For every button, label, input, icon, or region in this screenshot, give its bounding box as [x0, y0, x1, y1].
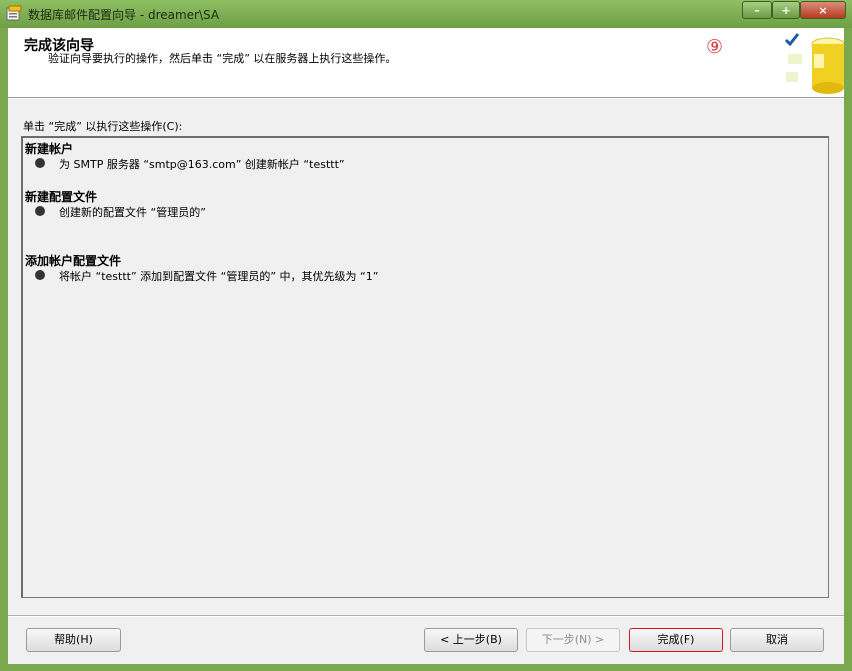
window-title: 数据库邮件配置向导 - dreamer\SA — [28, 8, 220, 22]
list-item: 创建新的配置文件 “管理员的” — [59, 206, 206, 219]
section-title: 新建配置文件 — [25, 190, 98, 204]
minimize-button[interactable]: – — [742, 1, 772, 19]
actions-label: 单击 “完成” 以执行这些操作(C): — [23, 120, 183, 133]
actions-list[interactable]: 新建帐户 为 SMTP 服务器 “smtp@163.com” 创建新帐户 “te… — [21, 136, 829, 598]
list-item: 为 SMTP 服务器 “smtp@163.com” 创建新帐户 “testtt” — [59, 158, 345, 171]
back-button[interactable]: < 上一步(B) — [424, 628, 518, 652]
wizard-client-area: 完成该向导 验证向导要执行的操作，然后单击 “完成” 以在服务器上执行这些操作。… — [8, 28, 844, 664]
list-item: 将帐户 “testtt” 添加到配置文件 “管理员的” 中，其优先级为 “1” — [59, 270, 379, 283]
title-bar[interactable]: 数据库邮件配置向导 - dreamer\SA – + × — [0, 0, 852, 28]
maximize-button[interactable]: + — [772, 1, 800, 19]
header-divider — [8, 98, 844, 99]
close-button[interactable]: × — [800, 1, 846, 19]
database-checkmark-icon — [784, 33, 844, 94]
wizard-header: 完成该向导 验证向导要执行的操作，然后单击 “完成” 以在服务器上执行这些操作。… — [8, 28, 844, 98]
next-button[interactable]: 下一步(N) > — [526, 628, 620, 652]
page-description: 验证向导要执行的操作，然后单击 “完成” 以在服务器上执行这些操作。 — [48, 52, 397, 65]
step-marker: ⑨ — [706, 36, 724, 58]
bullet-icon — [35, 206, 45, 216]
section-title: 添加帐户配置文件 — [25, 254, 122, 268]
wizard-window: 数据库邮件配置向导 - dreamer\SA – + × 完成该向导 验证向导要… — [0, 0, 852, 671]
bullet-icon — [35, 270, 45, 280]
section-title: 新建帐户 — [25, 142, 74, 156]
app-icon — [6, 5, 22, 21]
finish-button[interactable]: 完成(F) — [629, 628, 723, 652]
bullet-icon — [35, 158, 45, 168]
footer-divider — [8, 615, 844, 617]
cancel-button[interactable]: 取消 — [730, 628, 824, 652]
help-button[interactable]: 帮助(H) — [26, 628, 121, 652]
